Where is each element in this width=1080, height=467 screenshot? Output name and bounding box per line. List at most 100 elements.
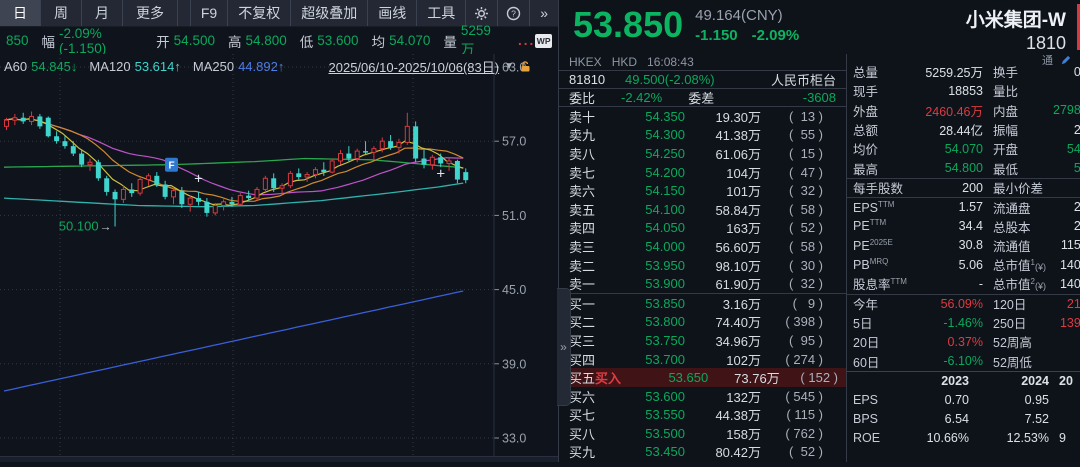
daily-stat: 低 53.600 [299,33,359,50]
wp-badge[interactable]: WP [535,33,552,48]
weicha-value: -3608 [802,90,836,105]
order-row-买二[interactable]: 买二 53.800 74.40万( 398 ) [559,313,846,332]
stats-row: 股息率TTM - 总市值2(¥) 140 [853,276,1080,293]
last-price: 53.850 [573,4,684,45]
stats-row: 5日 -1.46% 250日 139 [853,315,1080,332]
svg-text:45.0: 45.0 [502,283,526,297]
daily-stats-items: 850 幅 -2.09%(-1.150) 开 54.500 高 54.800 低 53.600 均… [6,23,514,58]
order-row-买三[interactable]: 买三 53.750 34.96万( 95 ) [559,331,846,350]
daily-stats-bar: 850 幅 -2.09%(-1.150) 开 54.500 高 54.800 低 53.600 均… [0,23,558,57]
order-row-买一[interactable]: 买一 53.850 3.16万( 9 ) [559,294,846,313]
daily-stat: 开 54.500 [156,33,215,50]
exchange-row: HKEX HKD 16:08:43 [559,54,846,71]
ma-legend-item: MA120 53.614↑ [89,59,181,74]
kline-chart[interactable]: 63.057.051.045.039.033.0+ +50.100 →F [0,54,558,462]
unlock-icon[interactable] [519,60,532,73]
order-row-买八[interactable]: 买八 53.500 158万( 762 ) [559,424,846,443]
stats-rows: 总量 5259.25万 换手 0 现手 18853 量比 外盘 2460.46万 内盘 2798 总额… [847,62,1080,371]
stats-row: EPSTTM 1.57 流通盘 2 [847,197,1080,216]
weibi-value: -2.42% [621,90,663,105]
stats-row: 最高 54.800 最低 5 [853,161,1080,177]
order-row-卖二[interactable]: 卖二 53.950 98.10万( 30 ) [559,256,846,275]
svg-text:→: → [100,220,112,234]
order-row-卖四[interactable]: 卖四 54.050 163万( 52 ) [559,219,846,238]
connect-tag-icon[interactable]: 通 [1042,52,1053,68]
order-row-买七[interactable]: 买七 53.550 44.38万( 115 ) [559,406,846,425]
date-range-selector[interactable]: 2025/06/10-2025/10/06(83日) [329,57,500,76]
fin-table-row-BPS: BPS 6.54 7.52 [853,411,1049,426]
order-row-卖五[interactable]: 卖五 54.100 58.84万( 58 ) [559,200,846,219]
quote-time: 16:08:43 [647,55,694,69]
stats-row: PETTM 34.4 总股本 2 [853,218,1080,235]
daily-stat: 850 [6,33,29,48]
more-dots-icon[interactable]: ... [518,33,535,48]
ma-legend: A60 54.845↓ MA120 53.614↑ MA250 44.892↑ 2025/… [0,54,558,79]
stats-row: 外盘 2460.46万 内盘 2798 [853,103,1080,119]
chart-bottom-strip [0,456,558,462]
order-row-买五[interactable]: 买五买入 53.650 73.76万( 152 ) [559,368,846,387]
order-row-卖七[interactable]: 卖七 54.200 104万( 47 ) [559,163,846,182]
order-row-买六[interactable]: 买六 53.600 132万( 545 ) [559,387,846,406]
chevrons-icon: » [560,340,567,354]
help-icon: ? [507,6,521,20]
svg-text:57.0: 57.0 [502,135,526,149]
currency-label: HKD [611,55,638,69]
toolbar-overflow-button[interactable]: » [529,0,558,26]
cny-price: 49.164(CNY) [695,7,783,24]
daily-stat: 量 5259万 [443,23,491,57]
stats-row: 今年 56.09% 120日 21 [847,293,1080,313]
order-row-卖六[interactable]: 卖六 54.150 101万( 32 ) [559,181,846,200]
order-row-卖八[interactable]: 卖八 54.250 61.06万( 15 ) [559,144,846,163]
svg-text:50.100: 50.100 [59,219,99,234]
weicha-label: 委差 [688,91,715,106]
svg-text:51.0: 51.0 [502,209,526,223]
chevron-down-icon[interactable]: ▼ [504,61,514,72]
rmb-counter-label: 人民币柜台 [770,73,836,88]
order-row-买九[interactable]: 买九 53.450 80.42万( 52 ) [559,443,846,462]
candlestick-chart-area[interactable]: A60 54.845↓ MA120 53.614↑ MA250 44.892↑ 2025/… [0,54,558,462]
stats-row: 每手股数 200 最小价差 [847,177,1080,197]
order-row-卖一[interactable]: 卖一 53.900 61.90万( 32 ) [559,274,846,293]
svg-text:?: ? [511,8,516,18]
svg-text:+: + [436,165,445,182]
ma-legend-item: A60 54.845↓ [4,59,78,74]
daily-stat: 幅 -2.09%(-1.150) [41,25,107,56]
stock-code: 1810 [1025,33,1066,53]
stats-row: 20日 0.37% 52周高 [853,334,1032,351]
order-row-卖三[interactable]: 卖三 54.000 56.60万( 58 ) [559,237,846,256]
order-row-买四[interactable]: 买四 53.700 102万( 274 ) [559,350,846,369]
panel-collapse-handle[interactable]: » [557,288,571,406]
edit-pencil-icon[interactable] [1060,54,1072,66]
stats-row: PE2025E 30.8 流通值 115 [853,237,1080,254]
rmb-counter-quote: 49.500(-2.08%) [625,72,715,87]
quote-panel: 53.850 49.164(CNY) -1.150 -2.09% 小米集团-W 1… [558,0,1080,462]
stats-row: 60日 -6.10% 52周低 [853,354,1032,370]
chevrons-right-icon: » [540,5,548,21]
daily-stat: 均 54.070 [371,33,431,50]
order-row-卖九[interactable]: 卖九 54.300 41.38万( 55 ) [559,126,846,145]
rmb-counter-row[interactable]: 81810 49.500(-2.08%) 人民币柜台 [559,71,846,89]
gear-icon [475,6,489,20]
weibi-label: 委比 [569,91,596,106]
ma-legend-item: MA250 44.892↑ [192,59,285,74]
stats-row: 均价 54.070 开盘 54 [853,141,1080,158]
price-change: -1.150 -2.09% [695,27,813,44]
stats-panel: 总量 5259.25万 换手 0 现手 18853 量比 外盘 2460.46万 内盘 2798 总额… [846,54,1080,462]
fin-table-row-ROE: ROE 10.66% 12.53% 9 [853,431,1066,446]
buy-action-label: 买入 [595,371,622,387]
sell-levels: 卖十 54.350 19.30万( 13 ) 卖九 54.300 41.38万( 55 )… [559,107,846,293]
order-book: HKEX HKD 16:08:43 81810 49.500(-2.08%) 人… [559,54,846,462]
change-percent: -2.09% [751,27,800,44]
financial-table: 2023 2024 20 EPS 0.70 0.95 BPS 6.54 7.52 ROE 10.66… [847,370,1080,448]
order-row-卖十[interactable]: 卖十 54.350 19.30万( 13 ) [559,107,846,126]
stats-row: 现手 18853 量比 [853,83,1019,100]
svg-text:+: + [194,170,203,187]
ma-values: A60 54.845↓ MA120 53.614↑ MA250 44.892↑ [4,59,296,74]
fin-table-header: 2023 2024 20 [847,370,1080,390]
change-value: -1.150 [695,27,738,44]
chart-pane: 日周月更多 F9 不复权 超级叠加 画线 工具 ? » 850 幅 -2.09%… [0,0,558,462]
buy-levels: 买一 53.850 3.16万( 9 ) 买二 53.800 74.40万( 398 ) 买… [559,294,846,461]
svg-text:39.0: 39.0 [502,357,526,371]
stats-row: 总额 28.44亿 振幅 2 [853,122,1080,139]
exchange-label: HKEX [569,55,602,69]
